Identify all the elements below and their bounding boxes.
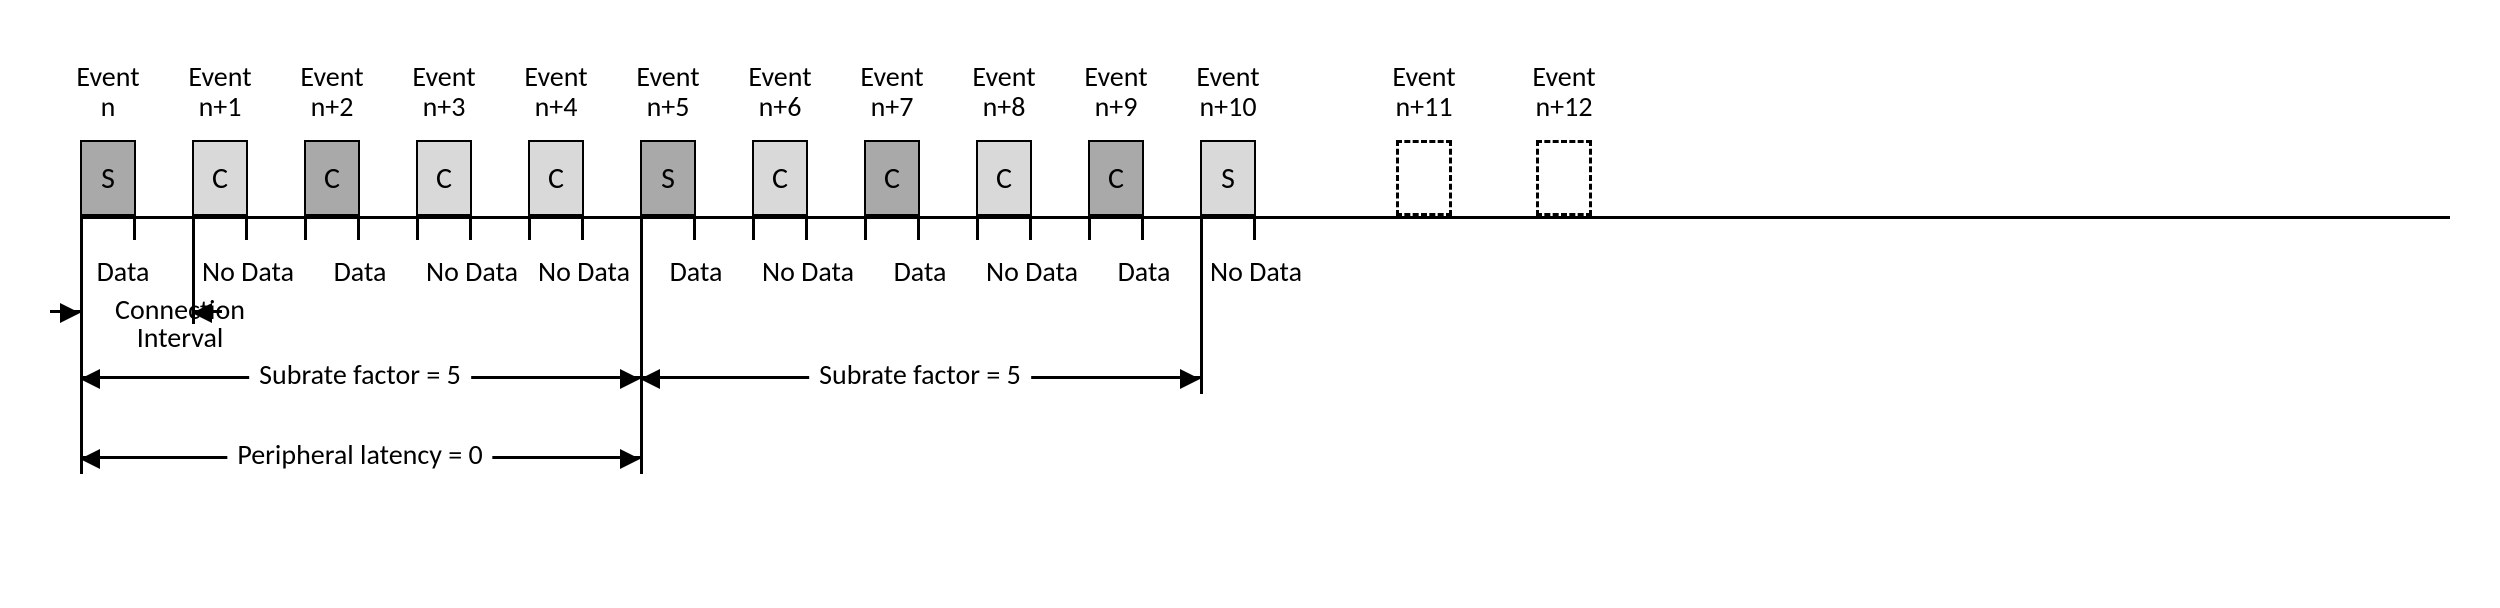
event-tick [864, 216, 867, 240]
event-tick [693, 216, 696, 240]
event-box: C [976, 140, 1032, 216]
event-label: Eventn+5 [613, 62, 723, 122]
event-data-label: Data [631, 254, 761, 289]
event-label: Eventn+8 [949, 62, 1059, 122]
event-tick [581, 216, 584, 240]
conn-interval-arrow [192, 310, 222, 313]
subrate-dimension: Subrate factor = 5 [640, 376, 1200, 379]
event-tick [357, 216, 360, 240]
event-label: Eventn+4 [501, 62, 611, 122]
event-tick [1141, 216, 1144, 240]
event-box: C [192, 140, 248, 216]
event-box: S [1200, 140, 1256, 216]
event-label: Eventn+1 [165, 62, 275, 122]
event-data-label: Data [295, 254, 425, 289]
event-box-dashed [1536, 140, 1592, 216]
event-data-label: Data [58, 254, 188, 289]
event-tick [133, 216, 136, 240]
event-box-dashed [1396, 140, 1452, 216]
event-tick [752, 216, 755, 240]
event-data-label: No Data [967, 254, 1097, 289]
event-tick [304, 216, 307, 240]
connection-interval-label: Connection Interval [110, 296, 250, 352]
guideline [80, 216, 83, 474]
event-label: Eventn+7 [837, 62, 947, 122]
event-tick [976, 216, 979, 240]
event-label: Eventn+12 [1509, 62, 1619, 122]
subrate-dimension: Subrate factor = 5 [80, 376, 640, 379]
conn-interval-arrow [50, 310, 80, 313]
event-box: C [304, 140, 360, 216]
event-data-label: Data [1079, 254, 1209, 289]
event-box: C [752, 140, 808, 216]
event-label: Eventn+9 [1061, 62, 1171, 122]
event-label: Eventn+10 [1173, 62, 1283, 122]
event-data-label: No Data [183, 254, 313, 289]
event-tick [1029, 216, 1032, 240]
event-box: C [1088, 140, 1144, 216]
latency-dimension: Peripheral latency = 0 [80, 456, 640, 459]
event-box: S [80, 140, 136, 216]
event-label: Eventn+11 [1369, 62, 1479, 122]
event-box: C [416, 140, 472, 216]
event-box: S [640, 140, 696, 216]
event-label: Eventn [53, 62, 163, 122]
event-label: Eventn+2 [277, 62, 387, 122]
timeline [80, 216, 2450, 219]
event-tick [1253, 216, 1256, 240]
event-box: C [864, 140, 920, 216]
event-data-label: Data [855, 254, 985, 289]
event-tick [245, 216, 248, 240]
event-tick [805, 216, 808, 240]
event-data-label: No Data [743, 254, 873, 289]
event-label: Eventn+6 [725, 62, 835, 122]
event-tick [917, 216, 920, 240]
event-tick [469, 216, 472, 240]
event-data-label: No Data [519, 254, 649, 289]
event-tick [416, 216, 419, 240]
event-box: C [528, 140, 584, 216]
guideline [1200, 216, 1203, 394]
event-tick [1088, 216, 1091, 240]
event-data-label: No Data [1191, 254, 1321, 289]
guideline [640, 216, 643, 474]
event-label: Eventn+3 [389, 62, 499, 122]
event-tick [528, 216, 531, 240]
event-data-label: No Data [407, 254, 537, 289]
timing-diagram: Eventn S Data Eventn+1 C No Data Eventn+2 C Data… [0, 0, 2500, 608]
